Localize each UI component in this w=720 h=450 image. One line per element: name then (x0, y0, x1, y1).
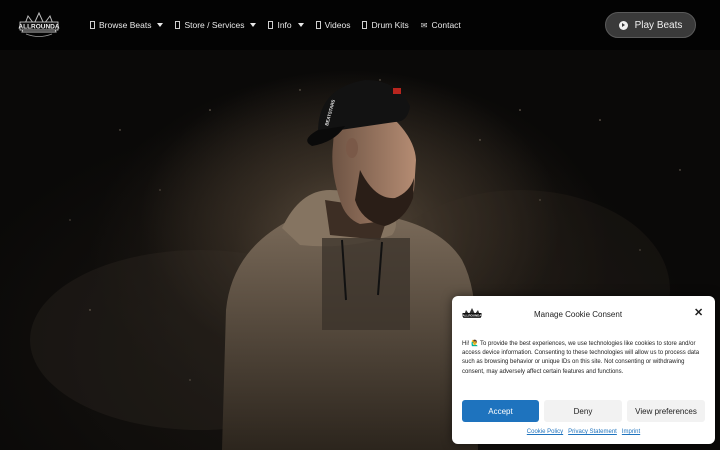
file-icon (362, 21, 368, 29)
cookie-logo: ALLROUNDA (462, 306, 482, 322)
play-icon (618, 20, 628, 30)
site-logo[interactable]: ALLROUNDA (18, 9, 60, 41)
view-preferences-button[interactable]: View preferences (627, 400, 705, 422)
nav-label: Store / Services (184, 20, 245, 30)
nav-label: Contact (431, 20, 461, 30)
svg-text:ALLROUNDA: ALLROUNDA (18, 24, 59, 31)
cookie-links: Cookie Policy Privacy Statement Imprint (452, 429, 715, 435)
file-icon (90, 21, 95, 29)
nav-browse-beats[interactable]: Browse Beats (90, 20, 164, 30)
file-icon (268, 21, 274, 29)
chevron-down-icon (250, 23, 257, 27)
cookie-description: Hi! 🙋‍♂️ To provide the best experiences… (462, 341, 700, 375)
privacy-statement-link[interactable]: Privacy Statement (568, 429, 617, 435)
logo-graphic: ALLROUNDA (18, 11, 60, 37)
accept-button[interactable]: Accept (462, 400, 539, 422)
nav-info[interactable]: Info (268, 20, 304, 30)
deny-button[interactable]: Deny (544, 400, 622, 422)
imprint-link[interactable]: Imprint (622, 429, 640, 435)
close-icon[interactable]: ✕ (694, 308, 703, 319)
play-beats-button[interactable]: Play Beats (605, 12, 696, 38)
nav-label: Drum Kits (371, 20, 409, 30)
chevron-down-icon (297, 23, 304, 27)
cookie-consent-dialog: ALLROUNDA Manage Cookie Consent ✕ Hi! 🙋‍… (452, 296, 715, 444)
nav-label: Videos (324, 20, 351, 30)
nav-store-services[interactable]: Store / Services (175, 20, 257, 30)
svg-text:ALLROUNDA: ALLROUNDA (463, 313, 483, 317)
site-header: ALLROUNDA Browse Beats Store / Services … (0, 0, 720, 50)
nav-contact[interactable]: ✉ Contact (421, 20, 461, 30)
nav-videos[interactable]: Videos (315, 20, 351, 30)
file-icon (315, 21, 321, 29)
file-icon (175, 21, 181, 29)
main-nav: Browse Beats Store / Services Info Video… (90, 0, 473, 50)
nav-drum-kits[interactable]: Drum Kits (362, 20, 409, 30)
nav-label: Browse Beats (99, 20, 152, 30)
play-beats-label: Play Beats (634, 19, 683, 31)
nav-label: Info (277, 20, 292, 30)
chevron-down-icon (157, 23, 164, 27)
envelope-icon: ✉ (420, 20, 428, 30)
cookie-title: Manage Cookie Consent (534, 310, 623, 319)
cookie-policy-link[interactable]: Cookie Policy (527, 429, 563, 435)
